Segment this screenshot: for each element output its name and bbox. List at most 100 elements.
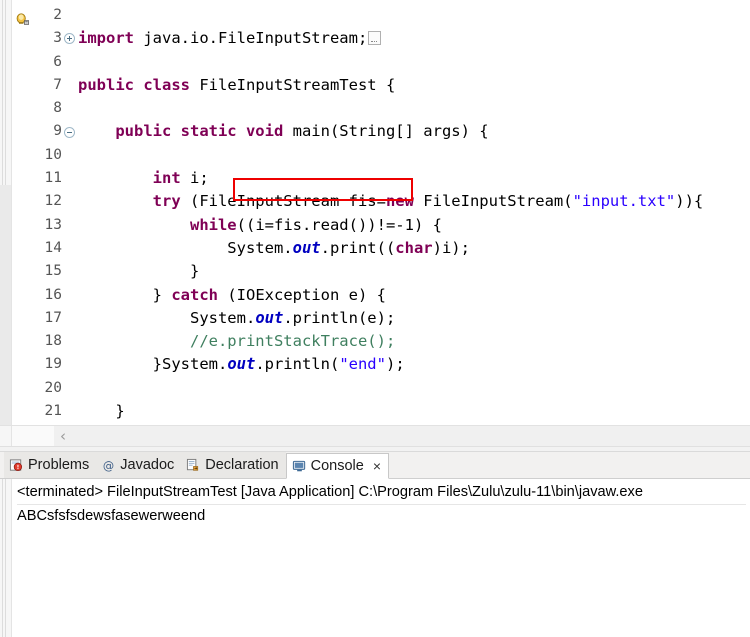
code-line[interactable] bbox=[76, 97, 750, 120]
code-line[interactable] bbox=[76, 377, 750, 400]
warning-marker-icon[interactable] bbox=[15, 12, 31, 28]
console-view[interactable]: <terminated> FileInputStreamTest [Java A… bbox=[0, 479, 750, 637]
code-line[interactable]: System.out.println(e); bbox=[76, 307, 750, 330]
code-line[interactable]: public class FileInputStreamTest { bbox=[76, 74, 750, 97]
code-token: catch bbox=[171, 285, 228, 304]
hscroll-corner bbox=[12, 426, 54, 446]
code-token: } bbox=[78, 262, 200, 281]
fold-slot bbox=[62, 330, 76, 353]
code-token: System. bbox=[78, 238, 293, 257]
svg-text:@: @ bbox=[103, 459, 114, 472]
tab-javadoc[interactable]: @ Javadoc bbox=[96, 452, 182, 478]
code-token: } bbox=[78, 402, 125, 421]
line-number: 13 bbox=[44, 216, 62, 233]
code-token: //e.printStackTrace(); bbox=[189, 332, 396, 351]
code-token: while bbox=[189, 215, 237, 234]
eclipse-ide-window: 236789101112131415161718192021222324 imp… bbox=[0, 0, 750, 637]
code-token: public static void bbox=[115, 122, 293, 141]
tab-declaration[interactable]: Declaration bbox=[181, 452, 286, 478]
line-number: 19 bbox=[44, 356, 62, 373]
code-line[interactable]: try (FileInputStream fis=new FileInputSt… bbox=[76, 190, 750, 213]
code-token: "end" bbox=[339, 355, 386, 374]
fold-slot bbox=[62, 167, 76, 190]
line-number: 16 bbox=[44, 286, 62, 303]
code-token: )){ bbox=[675, 192, 704, 211]
console-left-rail[interactable] bbox=[0, 479, 12, 637]
editor-marker-column[interactable] bbox=[12, 0, 34, 425]
fold-slot bbox=[62, 214, 76, 237]
fold-slot[interactable] bbox=[62, 120, 76, 143]
fold-slot bbox=[62, 400, 76, 423]
code-line[interactable]: }System.out.println("end"); bbox=[76, 353, 750, 376]
fold-slot bbox=[62, 284, 76, 307]
code-token: ); bbox=[385, 355, 405, 374]
code-line[interactable]: System.out.print((char)i); bbox=[76, 237, 750, 260]
tab-console[interactable]: Console × bbox=[285, 453, 389, 479]
editor-vertical-scrollbar-thumb[interactable] bbox=[0, 185, 11, 425]
line-number: 17 bbox=[44, 309, 62, 326]
code-token: public class bbox=[78, 75, 200, 94]
code-lines[interactable]: import java.io.FileInputStream; public c… bbox=[76, 4, 750, 425]
code-line[interactable]: } bbox=[76, 400, 750, 423]
code-token: out bbox=[255, 308, 284, 327]
console-program-output: ABCsfsfsdewsfasewerweend bbox=[17, 508, 206, 524]
fold-slot[interactable] bbox=[62, 27, 76, 50]
code-token: java.io.FileInputStream; bbox=[143, 29, 368, 48]
code-token: (IOException e) { bbox=[227, 285, 386, 304]
code-line[interactable]: import java.io.FileInputStream; bbox=[76, 27, 750, 50]
code-token: } bbox=[78, 285, 172, 304]
fold-slot bbox=[62, 97, 76, 120]
collapsed-region-icon[interactable] bbox=[368, 31, 382, 46]
code-line[interactable] bbox=[76, 144, 750, 167]
code-token: char bbox=[395, 238, 433, 257]
console-icon bbox=[292, 459, 307, 474]
editor-left-rail[interactable] bbox=[0, 0, 12, 425]
fold-collapse-icon[interactable] bbox=[63, 126, 75, 138]
code-token: (FileInputStream fis= bbox=[189, 192, 386, 211]
code-token: .println( bbox=[255, 355, 340, 374]
fold-expand-icon[interactable] bbox=[63, 33, 75, 45]
code-line[interactable]: } bbox=[76, 260, 750, 283]
line-number: 21 bbox=[44, 403, 62, 420]
editor-code-area[interactable]: import java.io.FileInputStream; public c… bbox=[76, 0, 750, 425]
code-token: FileInputStreamTest { bbox=[199, 75, 396, 94]
line-number: 8 bbox=[53, 100, 62, 117]
editor-horizontal-scrollbar[interactable]: ‹ bbox=[0, 425, 750, 446]
code-line[interactable] bbox=[76, 51, 750, 74]
fold-slot bbox=[62, 144, 76, 167]
bottom-view-stack: Problems @ Javadoc Declaration Console × <ter… bbox=[0, 452, 750, 637]
editor-fold-column[interactable] bbox=[62, 0, 76, 425]
scroll-left-arrow-icon[interactable]: ‹ bbox=[60, 428, 66, 444]
hscroll-left-pad bbox=[0, 426, 12, 446]
java-editor[interactable]: 236789101112131415161718192021222324 imp… bbox=[0, 0, 750, 425]
problems-icon bbox=[9, 458, 24, 473]
code-token: "input.txt" bbox=[572, 192, 676, 211]
tab-problems[interactable]: Problems bbox=[4, 452, 97, 478]
code-line[interactable] bbox=[76, 4, 750, 27]
line-number: 9 bbox=[53, 123, 62, 140]
view-tab-bar[interactable]: Problems @ Javadoc Declaration Console × bbox=[0, 452, 750, 479]
code-token: )i); bbox=[432, 238, 470, 257]
line-number: 18 bbox=[44, 333, 62, 350]
code-line[interactable]: //e.printStackTrace(); bbox=[76, 330, 750, 353]
code-line[interactable]: int i; bbox=[76, 167, 750, 190]
console-output-area[interactable]: <terminated> FileInputStreamTest [Java A… bbox=[12, 479, 750, 637]
code-token: try bbox=[152, 192, 190, 211]
fold-slot bbox=[62, 74, 76, 97]
code-token: FileInputStream( bbox=[423, 192, 573, 211]
code-token: i; bbox=[189, 169, 209, 188]
code-token: .print(( bbox=[320, 238, 396, 257]
tab-label: Javadoc bbox=[120, 457, 175, 473]
code-token: }System. bbox=[78, 355, 228, 374]
close-icon[interactable]: × bbox=[373, 459, 381, 473]
code-line[interactable]: } catch (IOException e) { bbox=[76, 284, 750, 307]
code-line[interactable]: public static void main(String[] args) { bbox=[76, 120, 750, 143]
tab-label: Problems bbox=[28, 457, 90, 473]
fold-slot bbox=[62, 190, 76, 213]
editor-line-numbers: 236789101112131415161718192021222324 bbox=[34, 0, 62, 425]
line-number: 7 bbox=[53, 76, 62, 93]
code-line[interactable]: while((i=fis.read())!=-1) { bbox=[76, 214, 750, 237]
